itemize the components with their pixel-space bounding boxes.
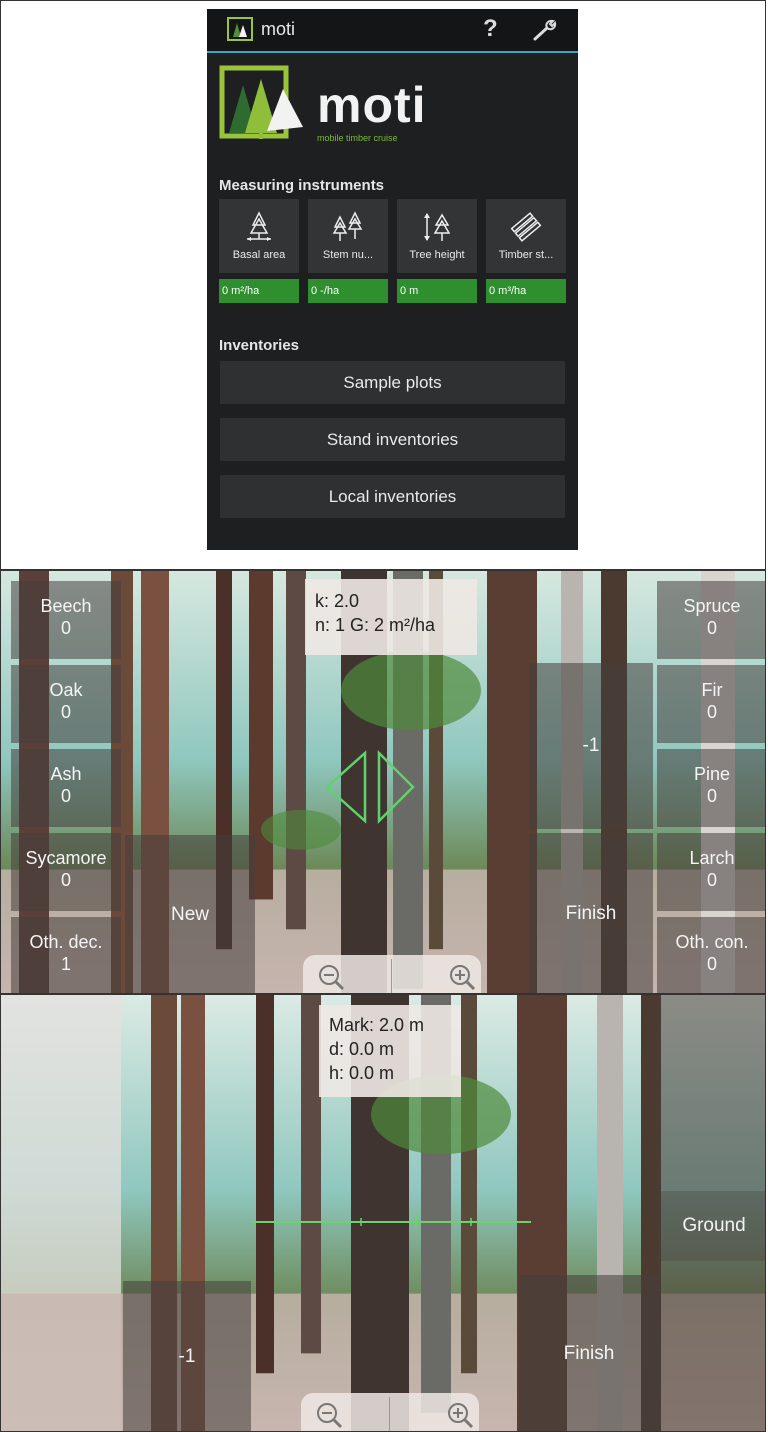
basal-area-info: k: 2.0 n: 1 G: 2 m²/ha xyxy=(305,579,477,655)
species-sycamore-button[interactable]: Sycamore 0 xyxy=(11,833,121,911)
mark-height: Mark: 2.0 m xyxy=(329,1015,425,1035)
app-title: moti xyxy=(261,19,296,39)
action-bar: moti ? xyxy=(207,9,578,53)
new-tree-button[interactable]: New xyxy=(125,835,255,993)
species-name: Oak xyxy=(49,680,83,700)
finish-button[interactable]: Finish xyxy=(529,833,653,993)
stem-number-value: 0 -/ha xyxy=(308,279,388,303)
species-count: 0 xyxy=(60,870,71,890)
basal-area-camera-panel: Beech 0 Oak 0 Ash 0 Sycamore 0 Oth. dec.… xyxy=(0,570,766,994)
stem-number-icon xyxy=(332,211,363,241)
finish-button[interactable]: Finish xyxy=(519,1275,659,1431)
timber-stock-icon xyxy=(510,212,542,242)
zoom-out-icon[interactable] xyxy=(301,1393,390,1432)
species-oak-button[interactable]: Oak 0 xyxy=(11,665,121,743)
species-fir-button[interactable]: Fir 0 xyxy=(657,665,765,743)
settings-wrench-icon[interactable] xyxy=(532,18,558,42)
species-count: 0 xyxy=(706,786,717,806)
tree-height-tile[interactable]: Tree height xyxy=(397,199,477,273)
timber-stock-tile[interactable]: Timber st... xyxy=(486,199,566,273)
species-name: Ash xyxy=(50,764,82,784)
species-name: Beech xyxy=(40,596,92,616)
species-count: 0 xyxy=(706,618,717,638)
species-count: 0 xyxy=(706,954,717,974)
height-h: h: 0.0 m xyxy=(329,1063,395,1083)
zoom-out-icon[interactable] xyxy=(303,955,392,994)
species-name: Oth. dec. xyxy=(29,932,103,952)
species-count: 0 xyxy=(706,870,717,890)
moti-logo-icon xyxy=(219,65,303,139)
species-count: 0 xyxy=(60,618,71,638)
count-and-basal-area: n: 1 G: 2 m²/ha xyxy=(315,615,436,635)
undo-minus-one-button[interactable]: -1 xyxy=(529,663,653,829)
species-count: 1 xyxy=(60,954,71,974)
species-count: 0 xyxy=(706,702,717,722)
species-name: Spruce xyxy=(683,596,741,616)
brand-tagline: mobile timber cruise xyxy=(317,133,398,143)
basal-area-tile[interactable]: Basal area xyxy=(219,199,299,273)
distance-d: d: 0.0 m xyxy=(329,1039,395,1059)
species-other-deciduous-button[interactable]: Oth. dec. 1 xyxy=(11,917,121,993)
species-ash-button[interactable]: Ash 0 xyxy=(11,749,121,827)
height-info: Mark: 2.0 m d: 0.0 m h: 0.0 m xyxy=(319,1005,461,1097)
species-name: Oth. con. xyxy=(675,932,749,952)
tree-height-value: 0 m xyxy=(397,279,477,303)
species-name: Pine xyxy=(693,764,731,784)
species-count: 0 xyxy=(60,702,71,722)
zoom-in-icon[interactable] xyxy=(392,955,481,994)
factor-k: k: 2.0 xyxy=(315,591,360,611)
species-name: Sycamore xyxy=(25,848,107,868)
stem-number-tile[interactable]: Stem nu... xyxy=(308,199,388,273)
app-logo-icon xyxy=(227,17,253,41)
tile-label: Tree height xyxy=(409,249,465,261)
basal-area-value: 0 m²/ha xyxy=(219,279,299,303)
basal-area-icon xyxy=(247,211,271,241)
app-home-panel: moti ? moti mobile timber cruise Measuri… xyxy=(0,0,766,570)
species-pine-button[interactable]: Pine 0 xyxy=(657,749,765,827)
species-beech-button[interactable]: Beech 0 xyxy=(11,581,121,659)
species-count: 0 xyxy=(60,786,71,806)
ground-button[interactable]: Ground xyxy=(661,1191,765,1261)
help-button[interactable]: ? xyxy=(483,15,498,43)
tile-label: Timber st... xyxy=(498,249,554,261)
brand-name: moti xyxy=(317,77,427,133)
species-name: Fir xyxy=(701,680,723,700)
species-larch-button[interactable]: Larch 0 xyxy=(657,833,765,911)
inventories-heading: Inventories xyxy=(219,337,300,354)
species-name: Larch xyxy=(689,848,735,868)
angle-gauge-icon xyxy=(325,749,415,825)
species-spruce-button[interactable]: Spruce 0 xyxy=(657,581,765,659)
tree-height-camera-panel: Mark: 2.0 m d: 0.0 m h: 0.0 m -1 Finish … xyxy=(0,994,766,1432)
stand-inventories-button[interactable]: Stand inventories xyxy=(220,418,565,461)
tile-label: Basal area xyxy=(232,249,286,261)
zoom-in-icon[interactable] xyxy=(390,1393,479,1432)
measuring-instruments-heading: Measuring instruments xyxy=(219,177,385,194)
local-inventories-button[interactable]: Local inventories xyxy=(220,475,565,518)
phone-screen: moti ? moti mobile timber cruise Measuri… xyxy=(207,9,578,550)
tree-height-icon xyxy=(424,213,451,241)
sample-plots-button[interactable]: Sample plots xyxy=(220,361,565,404)
timber-stock-value: 0 m³/ha xyxy=(486,279,566,303)
tile-label: Stem nu... xyxy=(322,249,374,261)
zoom-control xyxy=(301,1393,479,1432)
species-other-conifer-button[interactable]: Oth. con. 0 xyxy=(657,917,765,993)
undo-minus-one-button[interactable]: -1 xyxy=(123,1281,251,1431)
zoom-control xyxy=(303,955,481,994)
